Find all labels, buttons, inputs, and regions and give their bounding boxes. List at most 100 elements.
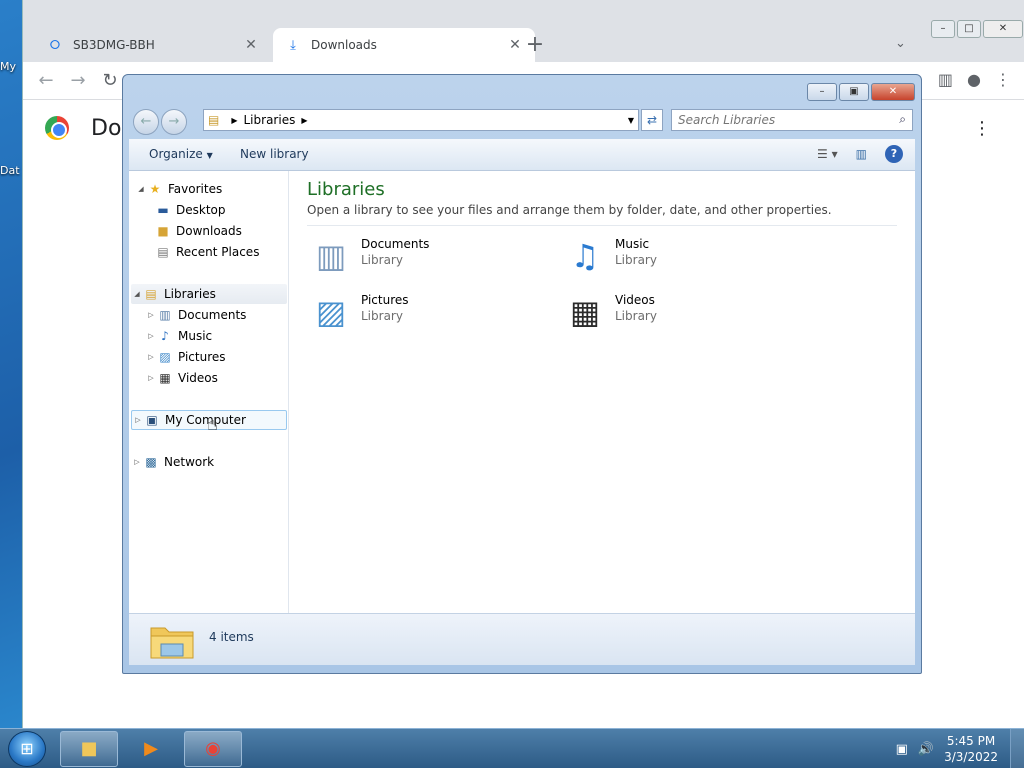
library-name: Documents <box>361 237 430 251</box>
explorer-body: ◢ ★ Favorites ▬ Desktop ■ Downloads ▤ Re… <box>129 171 915 613</box>
change-view-icon[interactable]: ☰ ▾ <box>817 147 838 161</box>
chrome-window-controls: – □ ✕ <box>931 20 1024 38</box>
library-type: Library <box>615 253 657 267</box>
clock-time: 5:45 PM <box>946 734 996 748</box>
taskbar-explorer-button[interactable]: ■ <box>60 731 118 767</box>
content-pane: Libraries Open a library to see your fil… <box>291 171 915 613</box>
star-icon: ★ <box>149 182 161 196</box>
library-name: Videos <box>615 293 655 307</box>
organize-button[interactable]: Organize ▼ <box>149 147 213 161</box>
pictures-icon: ▨ <box>159 350 171 364</box>
nav-pictures[interactable]: ▷ ▨ Pictures <box>145 347 225 367</box>
taskbar: ⊞ ■ ▶ ◉ ▣ 🔊 5:45 PM 3/3/2022 <box>0 728 1024 768</box>
library-videos[interactable]: ▦ Videos Library <box>561 287 761 337</box>
collapse-arrow-icon[interactable]: ◢ <box>135 185 147 193</box>
menu-icon[interactable]: ⋮ <box>995 70 1011 89</box>
minimize-icon[interactable]: – <box>931 20 955 38</box>
network-tray-icon[interactable]: ▣ <box>896 742 908 757</box>
back-button[interactable]: ← <box>133 109 159 135</box>
library-music[interactable]: ♫ Music Library <box>561 231 761 281</box>
nav-recent-places[interactable]: ▤ Recent Places <box>155 242 259 262</box>
videos-icon: ▦ <box>159 371 171 385</box>
item-count: 4 items <box>209 630 254 644</box>
nav-downloads[interactable]: ■ Downloads <box>155 221 242 241</box>
search-icon[interactable]: ⌕ <box>899 112 906 127</box>
library-type: Library <box>361 253 403 267</box>
minimize-button[interactable]: – <box>807 83 837 101</box>
expand-arrow-icon[interactable]: ▷ <box>145 353 157 361</box>
nav-videos[interactable]: ▷ ▦ Videos <box>145 368 218 388</box>
breadcrumb-arrow-icon[interactable]: ▶ <box>231 116 237 125</box>
nav-music[interactable]: ▷ ♪ Music <box>145 326 212 346</box>
close-icon[interactable]: ✕ <box>983 20 1023 38</box>
expand-arrow-icon[interactable]: ▷ <box>132 416 144 424</box>
library-name: Music <box>615 237 650 251</box>
expand-arrow-icon[interactable]: ▷ <box>145 332 157 340</box>
tab-search-icon[interactable]: ⌄ <box>895 36 906 51</box>
tab-downloads[interactable]: ⤓ Downloads ✕ <box>273 28 535 62</box>
search-input[interactable] <box>672 110 882 130</box>
documents-library-icon: ▥ <box>315 237 347 275</box>
collapse-arrow-icon[interactable]: ◢ <box>131 290 143 298</box>
nav-network[interactable]: ▷ ▩ Network <box>131 452 214 472</box>
music-icon: ♪ <box>161 329 169 343</box>
new-library-button[interactable]: New library <box>240 147 309 161</box>
nav-favorites[interactable]: ◢ ★ Favorites <box>135 179 222 199</box>
address-dropdown-icon[interactable]: ▼ <box>628 116 634 125</box>
close-tab-icon[interactable]: ✕ <box>243 37 259 53</box>
network-icon: ▩ <box>145 455 157 469</box>
close-button[interactable]: ✕ <box>871 83 915 101</box>
explorer-window: – ▣ ✕ ← → ▤ ▶ Libraries ▶ ▼ ⇄ ⌕ Organize… <box>122 74 922 674</box>
profile-icon[interactable]: ● <box>967 70 981 89</box>
libraries-icon: ▤ <box>145 287 157 301</box>
breadcrumb-libraries[interactable]: Libraries <box>244 113 296 127</box>
close-tab-icon[interactable]: ✕ <box>507 37 523 53</box>
nav-desktop[interactable]: ▬ Desktop <box>155 200 225 220</box>
library-pictures[interactable]: ▨ Pictures Library <box>307 287 507 337</box>
libraries-folder-icon <box>150 627 194 659</box>
back-icon[interactable]: ← <box>35 70 57 92</box>
system-tray: ▣ 🔊 5:45 PM 3/3/2022 <box>896 729 1024 768</box>
reload-icon[interactable]: ↻ <box>99 70 121 92</box>
refresh-icon[interactable]: ⇄ <box>641 109 663 131</box>
library-documents[interactable]: ▥ Documents Library <box>307 231 507 281</box>
breadcrumb-arrow-icon[interactable]: ▶ <box>301 116 307 125</box>
taskbar-media-player-button[interactable]: ▶ <box>122 731 180 767</box>
new-tab-button[interactable]: + <box>523 34 547 58</box>
side-panel-icon[interactable]: ▥ <box>938 70 953 89</box>
forward-icon[interactable]: → <box>67 70 89 92</box>
more-actions-icon[interactable]: ⋮ <box>973 118 991 139</box>
expand-arrow-icon[interactable]: ▷ <box>145 374 157 382</box>
forward-button[interactable]: → <box>161 109 187 135</box>
desktop-icon-label[interactable]: Dat <box>0 164 22 177</box>
back-forward-group: ← → <box>131 107 193 135</box>
music-library-icon: ♫ <box>570 237 600 275</box>
volume-icon[interactable]: 🔊 <box>918 742 934 757</box>
taskbar-chrome-button[interactable]: ◉ <box>184 731 242 767</box>
expand-arrow-icon[interactable]: ▷ <box>145 311 157 319</box>
restore-button[interactable]: ▣ <box>839 83 869 101</box>
maximize-icon[interactable]: □ <box>957 20 981 38</box>
clock[interactable]: 5:45 PM 3/3/2022 <box>944 733 998 765</box>
clock-date: 3/3/2022 <box>944 750 998 764</box>
tab-sb3dmg[interactable]: ⭘ SB3DMG-BBH ✕ <box>35 28 271 62</box>
nav-label: Libraries <box>164 287 216 301</box>
explorer-titlebar[interactable]: – ▣ ✕ <box>123 75 921 105</box>
recent-places-icon: ▤ <box>157 245 169 259</box>
nav-label: Documents <box>178 308 247 322</box>
navigation-pane: ◢ ★ Favorites ▬ Desktop ■ Downloads ▤ Re… <box>129 171 289 613</box>
nav-documents[interactable]: ▷ ▥ Documents <box>145 305 246 325</box>
show-desktop-button[interactable] <box>1010 729 1024 768</box>
help-icon[interactable]: ? <box>885 145 903 163</box>
desktop-icon-label[interactable]: My <box>0 60 22 73</box>
preview-pane-icon[interactable]: ▥ <box>856 147 867 161</box>
address-bar[interactable]: ▤ ▶ Libraries ▶ ▼ <box>203 109 639 131</box>
start-button[interactable]: ⊞ <box>8 731 46 767</box>
content-subtitle: Open a library to see your files and arr… <box>307 203 832 217</box>
expand-arrow-icon[interactable]: ▷ <box>131 458 143 466</box>
nav-label: My Computer <box>165 413 246 427</box>
computer-icon: ▣ <box>146 413 158 427</box>
search-field[interactable]: ⌕ <box>671 109 913 131</box>
desktop-icon: ▬ <box>157 203 169 217</box>
nav-libraries[interactable]: ◢ ▤ Libraries <box>131 284 287 304</box>
